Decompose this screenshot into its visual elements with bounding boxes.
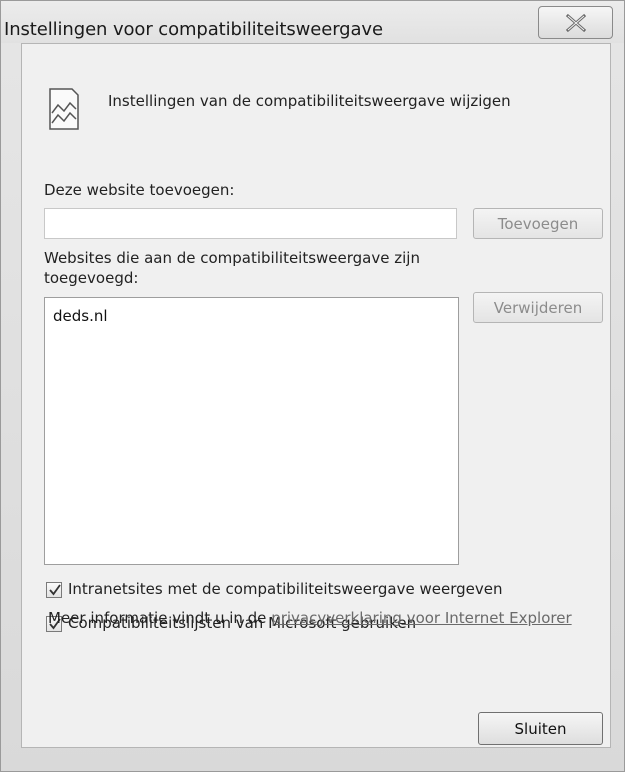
list-item[interactable]: deds.nl [53,306,458,326]
website-input[interactable] [44,208,457,239]
remove-button[interactable]: Verwijderen [473,292,603,323]
window-title: Instellingen voor compatibiliteitsweerga… [4,19,383,40]
intranet-checkbox[interactable] [46,582,62,598]
websites-list-label-line2: toegevoegd: [44,269,139,287]
dialog-content: Instellingen van de compatibiliteitsweer… [21,43,611,748]
privacy-info-text: Meer informatie vindt u in de [48,609,272,627]
close-button[interactable]: Sluiten [478,712,603,745]
websites-list-label-line1: Websites die aan de compatibiliteitsweer… [44,249,420,267]
dialog-heading: Instellingen van de compatibiliteitsweer… [108,92,511,110]
websites-listbox[interactable]: deds.nl [44,297,459,565]
compatibility-view-icon [49,88,79,130]
privacy-info: Meer informatie vindt u in de privacyver… [48,609,572,627]
close-icon [565,13,587,33]
intranet-checkbox-label[interactable]: Intranetsites met de compatibiliteitswee… [68,580,502,598]
add-website-label: Deze website toevoegen: [44,181,235,199]
privacy-statement-link[interactable]: privacyverklaring voor Internet Explorer [271,609,571,627]
compatibility-view-dialog: Instellingen voor compatibiliteitsweerga… [0,0,625,772]
title-bar: Instellingen voor compatibiliteitsweerga… [1,1,624,43]
checkmark-icon [49,584,61,596]
add-button[interactable]: Toevoegen [473,208,603,239]
window-close-button[interactable] [538,6,613,39]
